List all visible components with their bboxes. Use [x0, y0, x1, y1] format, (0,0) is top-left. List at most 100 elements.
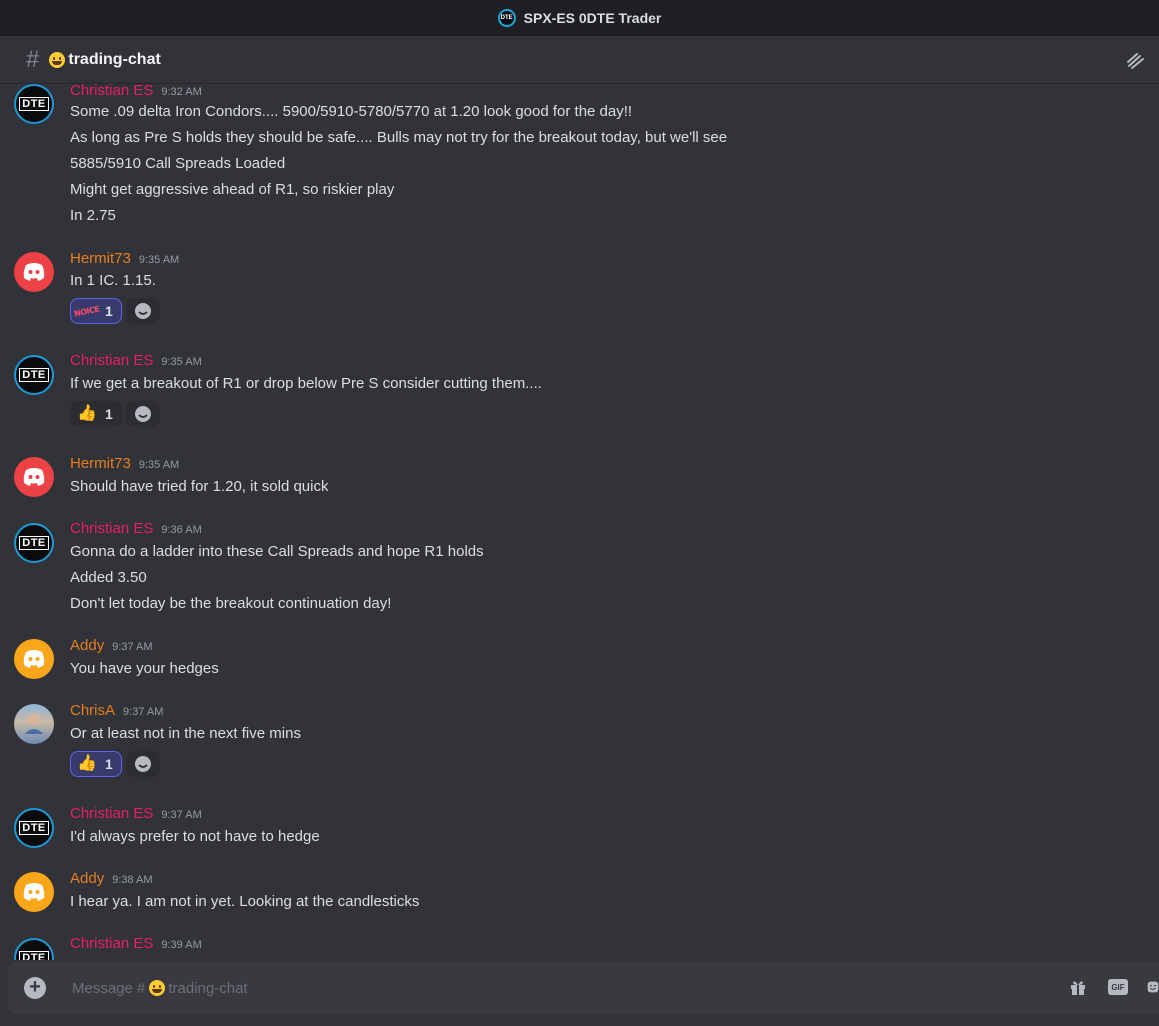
- channel-name: trading-chat: [68, 50, 161, 68]
- noice-emoji-icon: NOICE: [73, 303, 101, 319]
- message-text: In 2.75: [70, 207, 116, 224]
- avatar[interactable]: [14, 457, 54, 497]
- message-input[interactable]: Message # trading-chat: [72, 980, 248, 997]
- timestamp: 9:37 AM: [123, 706, 164, 718]
- threads-icon[interactable]: [1125, 50, 1145, 70]
- message-text: Added 3.50: [70, 569, 147, 586]
- message-text: 5885/5910 Call Spreads Loaded: [70, 155, 286, 172]
- message-text: As long as Pre S holds they should be sa…: [70, 129, 728, 146]
- author-name[interactable]: Christian ES: [70, 84, 153, 99]
- attach-plus-icon[interactable]: +: [24, 977, 46, 999]
- message-composer[interactable]: + Message # trading-chat GIF: [8, 962, 1159, 1014]
- composer-tools: GIF: [1067, 976, 1159, 998]
- avatar[interactable]: DTE: [14, 808, 54, 848]
- hash-icon: #: [26, 45, 40, 73]
- add-reaction-icon: [134, 406, 151, 422]
- add-reaction-button[interactable]: [125, 298, 160, 324]
- author-line: ChrisA 9:37 AM: [70, 702, 163, 722]
- placeholder-channel: trading-chat: [168, 979, 248, 997]
- avatar[interactable]: [14, 252, 54, 292]
- discord-logo-icon: [23, 468, 45, 486]
- avatar-text: DTE: [19, 368, 49, 382]
- timestamp: 9:36 AM: [161, 524, 202, 536]
- reactions: 👍 1: [70, 401, 160, 427]
- message-text: If we get a breakout of R1 or drop below…: [70, 375, 542, 392]
- reaction-thumbs-up[interactable]: 👍 1: [70, 401, 122, 427]
- add-reaction-icon: [134, 303, 151, 319]
- timestamp: 9:37 AM: [112, 641, 153, 653]
- author-line: Addy 9:37 AM: [70, 637, 153, 657]
- avatar[interactable]: [14, 639, 54, 679]
- author-line: Christian ES 9:35 AM: [70, 352, 202, 372]
- window-title: SPX-ES 0DTE Trader: [523, 10, 662, 26]
- channel-header: # trading-chat: [0, 36, 1159, 84]
- timestamp: 9:39 AM: [161, 939, 202, 951]
- message-text: Some .09 delta Iron Condors.... 5900/591…: [70, 103, 633, 120]
- author-name[interactable]: Christian ES: [70, 520, 153, 537]
- message-text: I'd always prefer to not have to hedge: [70, 828, 320, 845]
- add-reaction-button[interactable]: [125, 751, 160, 777]
- reactions: NOICE 1: [70, 298, 160, 324]
- avatar-text: DTE: [19, 536, 49, 550]
- author-name[interactable]: Christian ES: [70, 805, 153, 822]
- avatar-text: DTE: [19, 821, 49, 835]
- gift-icon[interactable]: [1067, 976, 1089, 998]
- avatar[interactable]: DTE: [14, 355, 54, 395]
- message-text: Or at least not in the next five mins: [70, 725, 301, 742]
- avatar[interactable]: DTE: [14, 523, 54, 563]
- message-text: Might get aggressive ahead of R1, so ris…: [70, 181, 395, 198]
- author-name[interactable]: Addy: [70, 637, 104, 654]
- add-reaction-icon: [134, 756, 151, 772]
- thumbs-up-emoji-icon: 👍: [77, 405, 97, 422]
- author-line: Christian ES 9:39 AM: [70, 935, 202, 955]
- message-list[interactable]: DTE Christian ES 9:32 AM Some .09 delta …: [0, 84, 1159, 960]
- gif-icon[interactable]: GIF: [1107, 976, 1129, 998]
- avatar-text: DTE: [19, 951, 49, 960]
- author-line: Christian ES 9:37 AM: [70, 805, 202, 825]
- message-text: Should have tried for 1.20, it sold quic…: [70, 478, 329, 495]
- author-name[interactable]: Hermit73: [70, 455, 131, 472]
- avatar[interactable]: [14, 872, 54, 912]
- author-name[interactable]: Hermit73: [70, 250, 131, 267]
- avatar[interactable]: [14, 704, 54, 744]
- author-line: Hermit73 9:35 AM: [70, 250, 179, 270]
- avatar[interactable]: DTE: [14, 938, 54, 960]
- add-reaction-button[interactable]: [125, 401, 160, 427]
- author-name[interactable]: ChrisA: [70, 702, 115, 719]
- discord-logo-icon: [23, 263, 45, 281]
- discord-logo-icon: [23, 650, 45, 668]
- reaction-thumbs-up[interactable]: 👍 1: [70, 751, 122, 777]
- message-text: In 1 IC. 1.15.: [70, 272, 156, 289]
- message-text: You have your hedges: [70, 660, 219, 677]
- window-titlebar: DTE SPX-ES 0DTE Trader: [0, 0, 1159, 36]
- server-icon: DTE: [497, 9, 516, 27]
- author-line: Christian ES 9:32 AM: [70, 84, 202, 102]
- author-line: Hermit73 9:35 AM: [70, 455, 179, 475]
- reaction-count: 1: [105, 406, 113, 422]
- reactions: 👍 1: [70, 751, 160, 777]
- author-name[interactable]: Addy: [70, 870, 104, 887]
- person-photo-icon: [24, 713, 44, 734]
- reaction-noice[interactable]: NOICE 1: [70, 298, 122, 324]
- author-name[interactable]: Christian ES: [70, 352, 153, 369]
- author-name[interactable]: Christian ES: [70, 935, 153, 952]
- discord-logo-icon: [23, 883, 45, 901]
- timestamp: 9:37 AM: [161, 809, 202, 821]
- timestamp: 9:38 AM: [112, 874, 153, 886]
- message-text: I hear ya. I am not in yet. Looking at t…: [70, 893, 420, 910]
- author-line: Addy 9:38 AM: [70, 870, 153, 890]
- avatar-text: DTE: [19, 97, 49, 111]
- timestamp: 9:32 AM: [161, 86, 202, 98]
- author-line: Christian ES 9:36 AM: [70, 520, 202, 540]
- sticker-icon[interactable]: [1147, 976, 1159, 998]
- avatar[interactable]: DTE: [14, 84, 54, 124]
- thumbs-up-emoji-icon: 👍: [77, 755, 97, 772]
- message-text: Don't let today be the breakout continua…: [70, 595, 392, 612]
- message-text: Gonna do a ladder into these Call Spread…: [70, 543, 484, 560]
- reaction-count: 1: [105, 303, 113, 319]
- placeholder-prefix: Message #: [72, 979, 146, 997]
- timestamp: 9:35 AM: [138, 459, 180, 471]
- smiley-emoji-icon: [149, 980, 166, 996]
- timestamp: 9:35 AM: [138, 254, 180, 266]
- timestamp: 9:35 AM: [161, 356, 202, 368]
